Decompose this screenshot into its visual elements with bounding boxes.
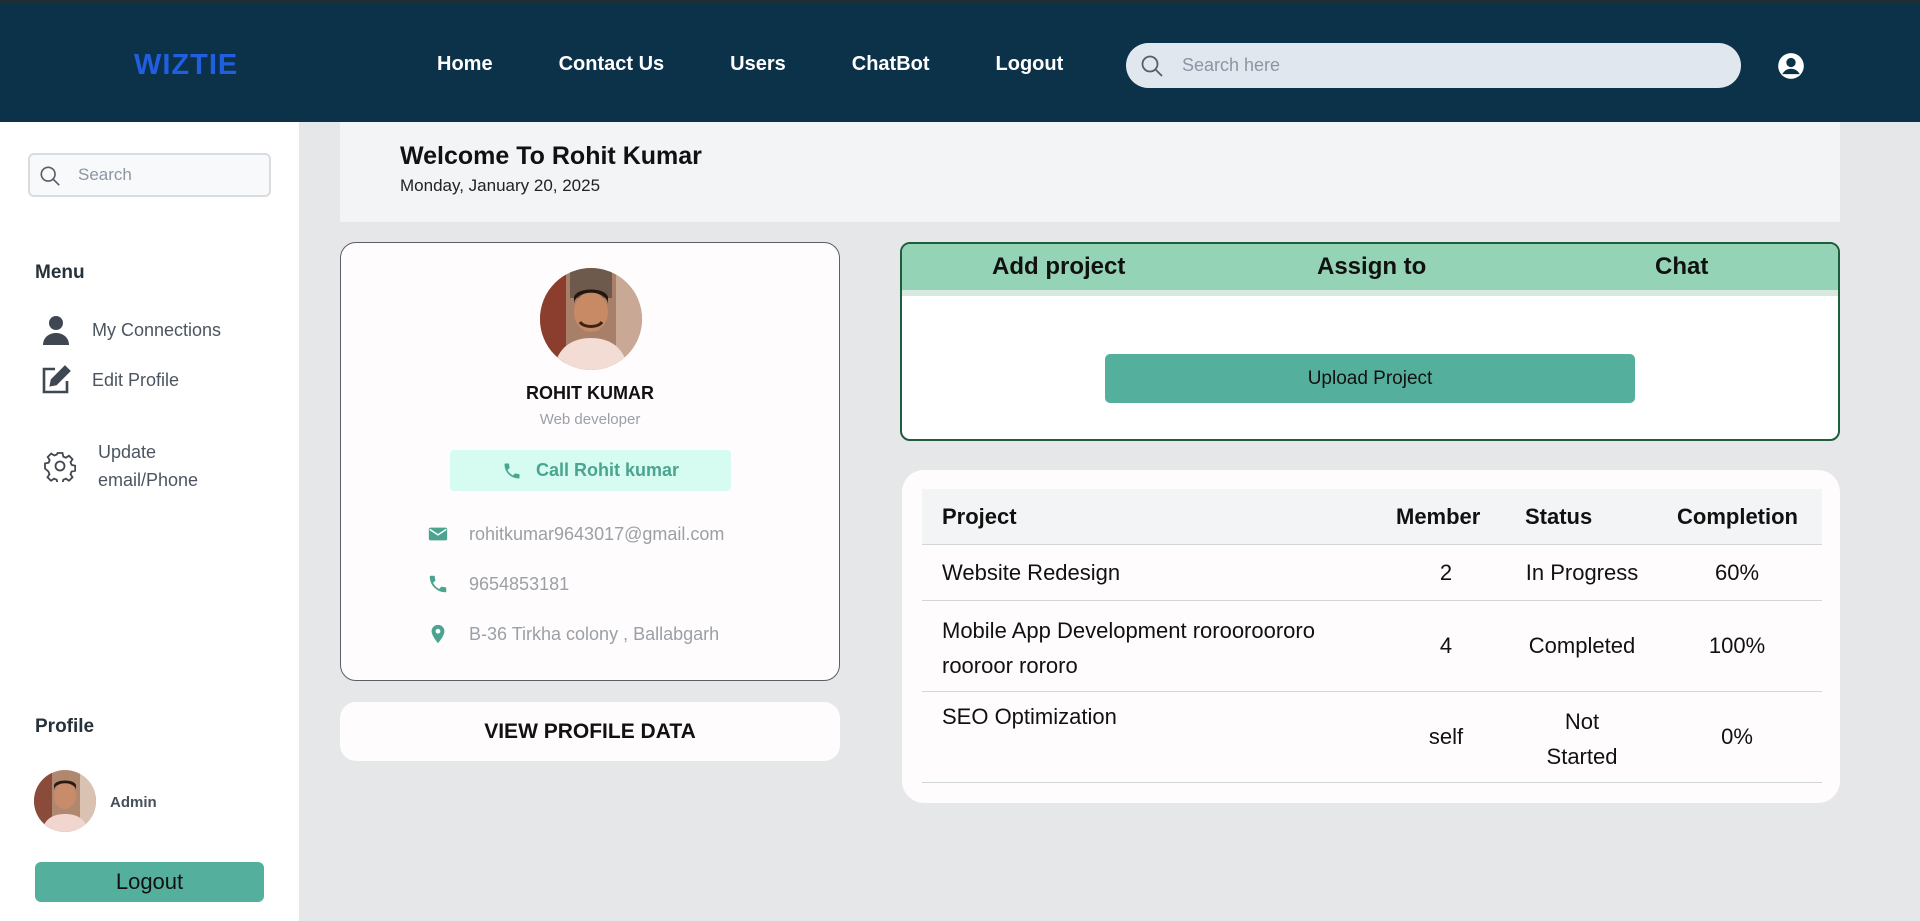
nav-link-logout[interactable]: Logout [996, 53, 1064, 76]
cell-status-line-1: Not [1564, 709, 1600, 734]
profile-name: ROHIT KUMAR [526, 383, 654, 403]
admin-avatar[interactable] [34, 770, 96, 832]
profile-role-label: Admin [110, 794, 157, 811]
header-member: Member [1396, 504, 1481, 529]
cell-completion: 100% [1708, 633, 1766, 658]
cell-status: Not Started [1512, 704, 1652, 774]
sidebar-item-label: Edit Profile [92, 370, 180, 390]
welcome-date: Monday, January 20, 2025 [400, 176, 601, 195]
project-actions-panel: Add project Assign to Chat Upload Projec… [900, 242, 1840, 441]
table-header: Project Member Status Completion [922, 489, 1822, 545]
search-icon [40, 166, 60, 186]
cell-project: Website Redesign [942, 560, 1121, 585]
nav-link-contact-us[interactable]: Contact Us [559, 53, 665, 76]
cell-member: self [1428, 724, 1464, 749]
call-button[interactable]: Call Rohit kumar [450, 450, 731, 491]
cell-status: Completed [1528, 633, 1636, 658]
cell-status: In Progress [1525, 560, 1639, 585]
cell-project-line-1: Mobile App Development rorooroororo [942, 618, 1315, 643]
user-icon [43, 316, 69, 345]
sidebar-search-input[interactable] [78, 155, 263, 195]
edit-icon [42, 365, 71, 394]
view-profile-data-button[interactable]: VIEW PROFILE DATA [340, 702, 840, 761]
gear-icon [44, 452, 76, 482]
nav-links: Home Contact Us Users ChatBot Logout [437, 53, 1129, 76]
phone-row: 9654853181 [427, 573, 569, 595]
sidebar-item-update-email-phone[interactable]: Update email/Phone [44, 438, 198, 494]
nav-link-users[interactable]: Users [730, 53, 786, 76]
nav-search-box [1126, 43, 1741, 88]
nav-link-home[interactable]: Home [437, 53, 493, 76]
sidebar-logout-button[interactable]: Logout [35, 862, 264, 902]
top-navbar: WIZTIE Home Contact Us Users ChatBot Log… [0, 0, 1920, 122]
profile-phone[interactable]: 9654853181 [469, 574, 569, 595]
profile-address: B-36 Tirkha colony , Ballabgarh [469, 623, 720, 644]
project-tabs: Add project Assign to Chat [902, 244, 1838, 296]
table-row[interactable]: Website Redesign 2 In Progress 60% [922, 545, 1822, 601]
header-project: Project [942, 504, 1017, 529]
sidebar: Menu My Connections Edit Profile Update e… [0, 122, 299, 921]
label-line-2: email/Phone [98, 470, 199, 490]
welcome-banner: Welcome To Rohit Kumar Monday, January 2… [340, 122, 1840, 222]
table-row[interactable]: SEO Optimization self Not Started 0% [922, 692, 1822, 783]
sidebar-item-label: Update email/Phone [98, 438, 198, 494]
header-status: Status [1525, 504, 1593, 529]
sidebar-item-label: My Connections [92, 320, 222, 340]
brand-logo[interactable]: WIZTIE [134, 49, 238, 82]
profile-email[interactable]: rohitkumar9643017@gmail.com [469, 524, 724, 545]
profile-avatar [540, 268, 642, 370]
tab-assign-to[interactable]: Assign to [1317, 253, 1426, 281]
profile-role: Web developer [539, 411, 641, 428]
table-row[interactable]: Mobile App Development rorooroororo rooro… [922, 601, 1822, 692]
call-button-label: Call Rohit kumar [535, 460, 680, 480]
header-completion: Completion [1677, 504, 1798, 529]
welcome-title: Welcome To Rohit Kumar [400, 142, 702, 170]
cell-project: SEO Optimization [942, 704, 1117, 729]
nav-link-chatbot[interactable]: ChatBot [852, 53, 930, 76]
projects-table-card: Project Member Status Completion Website… [902, 470, 1840, 803]
cell-completion: 60% [1714, 560, 1760, 585]
mail-icon [428, 527, 448, 541]
profile-heading: Profile [35, 716, 95, 737]
tab-add-project[interactable]: Add project [992, 253, 1125, 281]
cell-project: Mobile App Development rorooroororo rooro… [942, 613, 1315, 683]
cell-completion: 0% [1721, 724, 1753, 749]
cell-project-line-2: rooroor rororo [942, 653, 1078, 678]
projects-table: Project Member Status Completion Website… [922, 489, 1822, 783]
nav-search-input[interactable] [1182, 43, 1722, 88]
cell-member: 2 [1439, 560, 1453, 585]
search-icon [1141, 55, 1163, 77]
profile-card: ROHIT KUMAR Web developer Call Rohit kum… [340, 242, 840, 681]
cell-member: 4 [1439, 633, 1453, 658]
location-pin-icon [431, 624, 445, 644]
sidebar-item-my-connections[interactable]: My Connections [40, 314, 221, 346]
sidebar-item-edit-profile[interactable]: Edit Profile [40, 364, 179, 396]
label-line-1: Update [98, 442, 157, 462]
email-row: rohitkumar9643017@gmail.com [427, 523, 724, 545]
phone-icon [429, 575, 447, 593]
sidebar-search-box [28, 153, 271, 197]
phone-icon [504, 463, 520, 478]
account-icon[interactable] [1777, 52, 1805, 80]
tab-chat[interactable]: Chat [1655, 253, 1708, 281]
cell-status-line-2: Started [1546, 744, 1618, 769]
upload-project-button[interactable]: Upload Project [1105, 354, 1635, 403]
address-row: B-36 Tirkha colony , Ballabgarh [427, 623, 719, 645]
menu-heading: Menu [35, 262, 85, 283]
